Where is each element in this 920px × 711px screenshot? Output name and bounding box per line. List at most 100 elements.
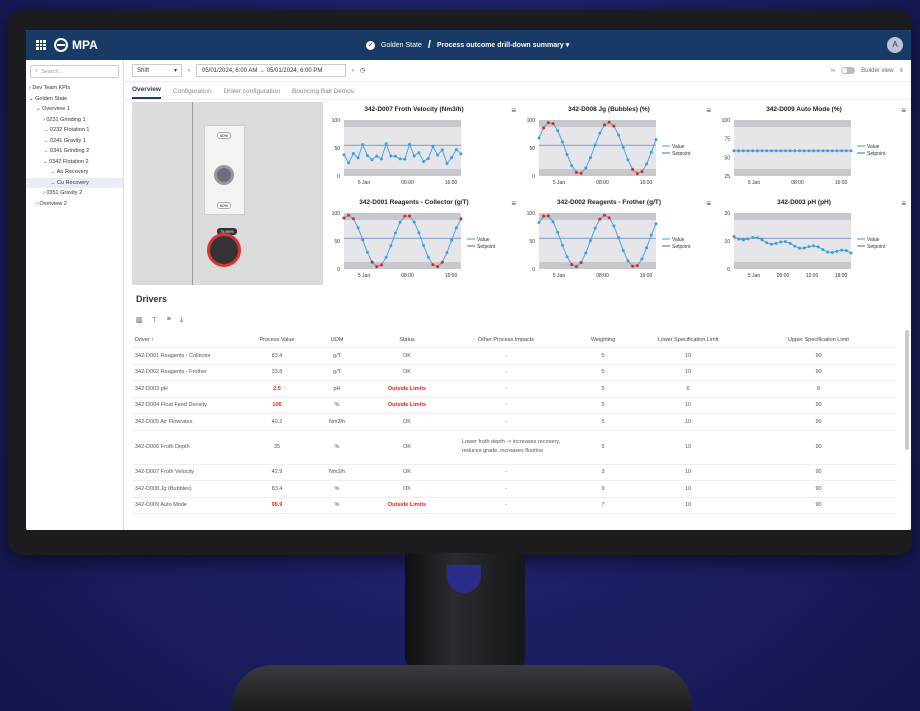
column-header[interactable]: Upper Specification Limit [740, 337, 897, 343]
scrollbar[interactable] [905, 330, 909, 450]
tab-bouncing-ball-demos[interactable]: Bouncing Ball Demos [292, 88, 354, 99]
link-icon[interactable]: ∞ [831, 68, 835, 74]
column-header[interactable]: UOM [302, 337, 372, 343]
chart-menu-icon[interactable]: ≡ [511, 199, 516, 208]
value-point [347, 161, 351, 165]
builder-view-toggle[interactable] [841, 67, 856, 74]
table-cell: - [505, 369, 507, 376]
column-header[interactable]: Other Process Impacts [442, 337, 570, 343]
sidebar-item[interactable]: › Dev Team KPIs [26, 83, 123, 94]
value-point [408, 214, 412, 218]
sidebar-item[interactable]: → Cu Recovery [26, 177, 123, 188]
value-point [440, 148, 444, 152]
chart: 342-D002 Reagents - Frother (g/T) ≡ 100 50 0… [521, 195, 711, 285]
table-row[interactable]: 342-D006 Froth Depth 35% OK Lower froth dep… [132, 431, 897, 465]
tab-overview[interactable]: Overview [132, 86, 161, 99]
value-point [440, 260, 444, 264]
y-tick-label: 50 [334, 146, 340, 152]
column-header[interactable]: Status [372, 337, 442, 343]
table-row[interactable]: 342-D008 Jg (Bubbles) 83.4% OK - 9 10 90 [132, 481, 897, 498]
sidebar-item[interactable]: → 0241 Gravity 1 [26, 136, 123, 147]
tab-driver-configuration[interactable]: Driver configuration [224, 88, 280, 99]
value-point [645, 246, 649, 250]
next-period-button[interactable]: › [352, 68, 354, 74]
table-cell: 9 [601, 485, 605, 492]
sidebar-item[interactable]: → 0232 Flotation 1 [26, 125, 123, 136]
sidebar-item[interactable]: → Au Recovery [26, 167, 123, 178]
chart-menu-icon[interactable]: ≡ [706, 106, 711, 115]
table-row[interactable]: 342-D004 Float Feed Density 106% Outside L… [132, 398, 897, 414]
sidebar-item[interactable]: › Overview 2 [26, 199, 123, 210]
filter-icon[interactable]: ⊤ [152, 316, 158, 324]
table-cell: 83.4 [271, 352, 283, 359]
table-cell: 10 [684, 352, 692, 359]
table-cell: 35 [273, 444, 281, 450]
value-point [454, 226, 458, 230]
table-row[interactable]: 342-D007 Froth Velocity 42.9 Nm3/h OK - 3 10 90 [132, 465, 897, 481]
table-cell: 33.8 [271, 369, 283, 376]
breadcrumb-separator: / [427, 39, 431, 51]
breadcrumb-site[interactable]: Golden State [381, 42, 422, 49]
table-cell: Nm3/h [328, 418, 346, 425]
table-row[interactable]: 342-D009 Auto Mode 95.9% Outside Limits - 7 1… [132, 498, 897, 514]
value-point [445, 161, 449, 165]
value-point [741, 238, 745, 242]
column-header[interactable]: Process Value [252, 337, 302, 343]
table-cell: g/T [333, 352, 341, 359]
value-point [788, 241, 792, 245]
chart-menu-icon[interactable]: ≡ [706, 199, 711, 208]
table-cell: Outside Limits [387, 502, 427, 509]
date-range-picker[interactable]: 05/01/2024, 6:00 AM → 05/01/2024, 6:00 P… [196, 64, 346, 77]
column-header[interactable]: Driver ↑ [132, 337, 252, 343]
value-point [370, 158, 374, 162]
sidebar-item[interactable]: › 0351 Gravity 2 [26, 188, 123, 199]
search-input[interactable]: ⌕ Search... [30, 65, 119, 78]
table-row[interactable]: 342-D005 Air Flowrates 40.2 Nm3/h OK - 5 10 90 [132, 414, 897, 431]
value-point [746, 237, 750, 241]
columns-icon[interactable]: ▥ [136, 316, 143, 324]
table-cell: Outside Limits [387, 385, 427, 392]
y-tick-label: 50 [724, 155, 730, 161]
table-row[interactable]: 342-D003 pH 2.5 pH Outside Limits - 5 6 8 [132, 381, 897, 398]
value-point [356, 156, 360, 160]
download-icon[interactable]: ⤓ [180, 316, 183, 324]
table-row[interactable]: 342-D001 Reagents - Collector 83.4 g/T OK - 5… [132, 348, 897, 365]
app-logo[interactable]: MPA [54, 38, 98, 52]
density-icon[interactable]: ≡ [167, 316, 171, 324]
table-row[interactable]: 342-D002 Reagents - Frother 33.8 g/T OK - 5 10… [132, 365, 897, 381]
sidebar-item[interactable]: › 0231 Grinding 1 [26, 115, 123, 126]
tab-configuration[interactable]: Configuration [173, 88, 212, 99]
column-header[interactable]: Lower Specification Limit [636, 337, 740, 343]
sidebar-item[interactable]: → 0341 Grinding 2 [26, 146, 123, 157]
logo-icon [54, 38, 68, 52]
chart-menu-icon[interactable]: ≡ [511, 106, 516, 115]
y-tick-label: 0 [337, 267, 340, 273]
column-header[interactable]: Weighting [570, 337, 636, 343]
shift-select[interactable]: Shift ▾ [132, 64, 182, 77]
menu-icon[interactable]: ≡ [899, 68, 903, 74]
value-point [403, 157, 407, 161]
x-tick-label: 5 Jan [358, 180, 370, 186]
x-tick-label: 08:00 [791, 180, 804, 186]
avatar[interactable]: A [887, 37, 903, 53]
table-cell: 40.2 [271, 418, 283, 425]
breadcrumb-page[interactable]: Process outcome drill-down summary ▾ [437, 41, 569, 49]
chart-menu-icon[interactable]: ≡ [901, 106, 906, 115]
toolbar-right: ∞ Builder view ≡ [831, 67, 903, 74]
sidebar-item[interactable]: ⌄ Golden State [26, 94, 123, 105]
value-point [426, 255, 430, 259]
apps-grid-icon[interactable] [36, 40, 46, 50]
value-point [422, 160, 426, 164]
chart-menu-icon[interactable]: ≡ [901, 199, 906, 208]
value-point [802, 246, 806, 250]
value-point [849, 149, 853, 153]
prev-period-button[interactable]: ‹ [188, 68, 190, 74]
value-point [556, 230, 560, 234]
clock-icon[interactable]: ◷ [360, 67, 365, 74]
value-point [398, 157, 402, 161]
sidebar-item[interactable]: ⌄ 0342 Flotation 2 [26, 157, 123, 168]
table-cell: 342-D004 Float Feed Density [135, 402, 207, 409]
sidebar-item[interactable]: ⌄ Overview 1 [26, 104, 123, 115]
table-cell: - [505, 418, 507, 425]
plot-area [734, 120, 851, 176]
